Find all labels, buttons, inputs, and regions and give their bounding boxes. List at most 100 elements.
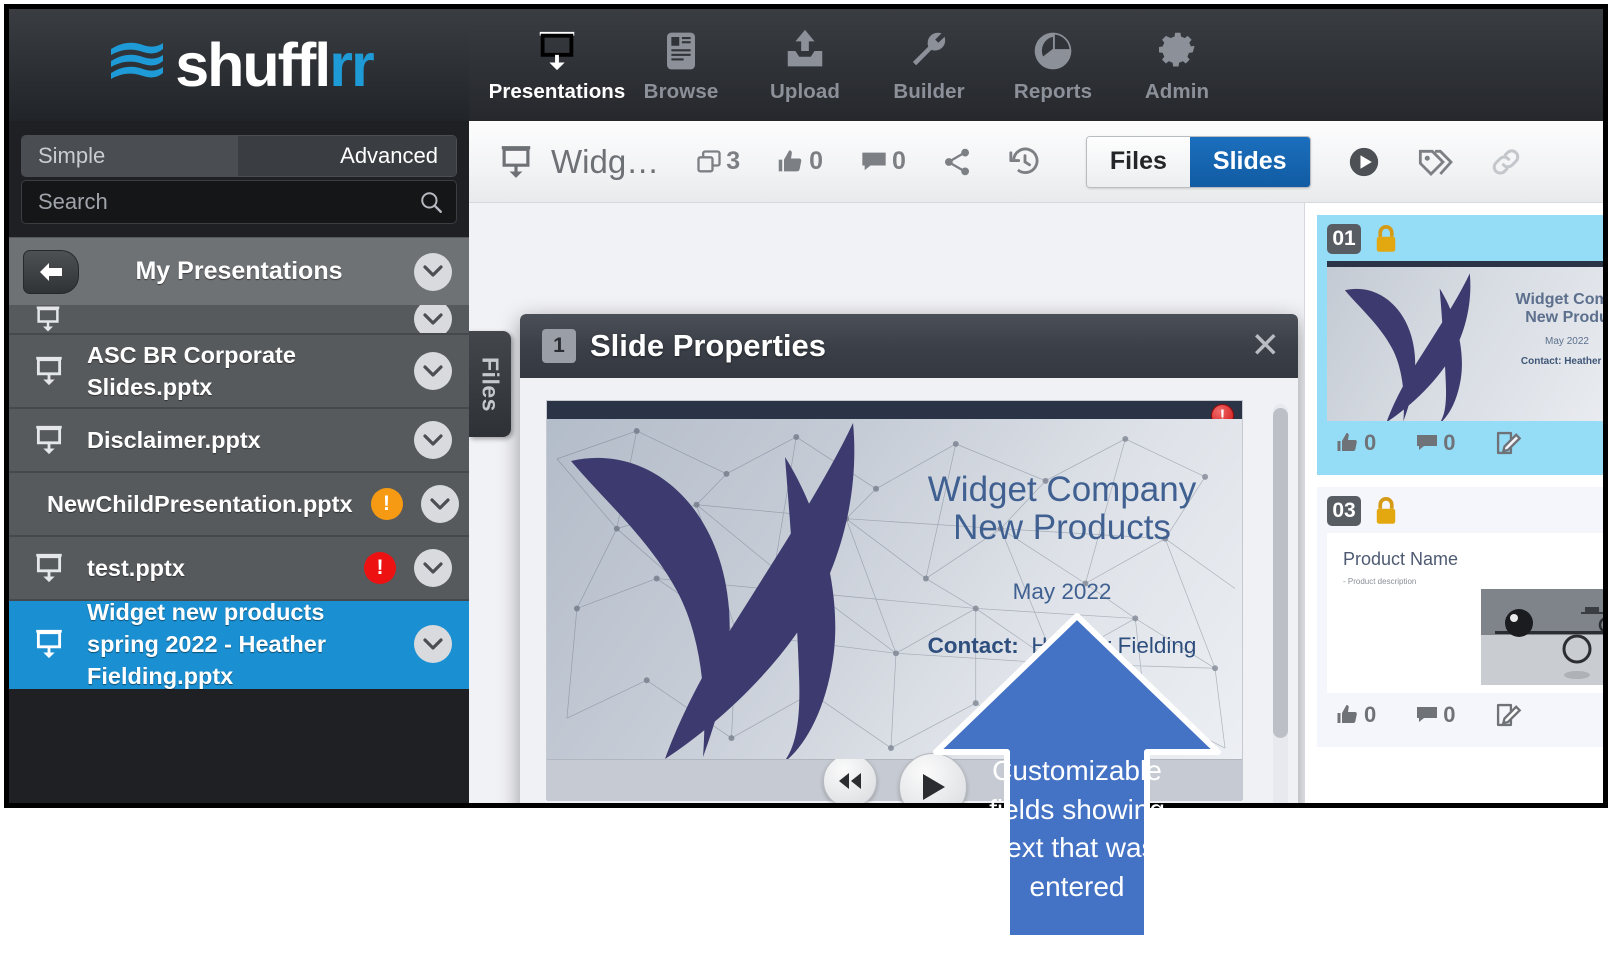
thumbnail-contact: Contact: Heather Fi [1520,356,1603,368]
slide-count-stat[interactable]: 3 [695,147,740,176]
annotation-arrow [933,613,1221,941]
top-navigation-bar: shufflrr Presentations Browse Upload Bui… [9,9,1603,121]
tab-slides[interactable]: Slides [1189,136,1310,187]
thumbnail-actions: 0 0 [1327,421,1603,465]
thumbnail-slide-image [1481,589,1603,685]
page-title: Widg… [551,142,660,180]
comment-icon [1417,707,1438,722]
share-button[interactable] [942,147,972,177]
thumbnail-preview: Widget Comp New Produ May 2022 Contact: … [1327,261,1603,421]
thumbnail-title-line2: New Produ [1525,308,1603,326]
stacked-slides-icon [111,42,164,79]
comment-icon [1417,435,1438,450]
link-icon [1492,149,1519,174]
tab-files[interactable]: Files [1086,136,1190,187]
search-box[interactable] [21,180,457,224]
sidebar-item-disclaimer[interactable]: Disclaimer.pptx [9,409,469,473]
company-logo-mark [571,423,855,759]
mode-toggle: Simple Advanced [21,135,457,177]
thumbnail-comment-stat[interactable]: 0 [1414,702,1456,728]
brand-name-white: shuffl [175,30,331,99]
chevron-down-icon[interactable] [414,549,452,587]
thumbnail-edit-button[interactable] [1494,429,1522,457]
nav-item-builder[interactable]: Builder [867,9,991,121]
thumbnail-edit-button[interactable] [1494,701,1522,729]
scrollbar-thumb[interactable] [1273,408,1288,738]
presentation-toolbar: Widg… 3 0 0 Files Slides [469,121,1603,203]
history-button[interactable] [1008,145,1042,179]
tree-row-partial[interactable] [9,305,469,335]
magnifier-icon[interactable] [418,189,444,215]
files-slides-toggle: Files Slides [1085,135,1311,188]
slide-thumbnail-panel: 01 Widget Comp New Produ [1304,203,1603,803]
lock-icon[interactable] [1373,224,1399,254]
slide-top-bar: ! [547,401,1242,427]
dialog-scrollbar[interactable] [1273,404,1288,803]
status-badge-error[interactable]: ! [364,552,396,584]
thumbnail-like-stat[interactable]: 0 [1335,702,1376,728]
left-sidebar: Simple Advanced My Presentations [9,121,469,803]
abstract-spheres-image [1481,589,1603,685]
thumbnail-like-stat[interactable]: 0 [1335,430,1376,456]
sidebar-item-label: test.pptx [87,554,185,581]
thumbnail-number: 01 [1327,224,1361,254]
mode-advanced-button[interactable]: Advanced [238,136,456,176]
brand-name-blue: rr [329,30,375,99]
back-arrow-icon[interactable] [23,249,79,294]
nav-item-reports[interactable]: Reports [991,9,1115,121]
thumbnail-comment-stat[interactable]: 0 [1414,430,1456,456]
application-window: shufflrr Presentations Browse Upload Bui… [4,4,1608,808]
share-icon [944,148,969,175]
nav-item-browse[interactable]: Browse [619,9,743,121]
comment-count-value: 0 [892,147,906,175]
chevron-down-icon[interactable] [414,625,452,663]
mode-simple-button[interactable]: Simple [22,136,238,176]
link-button[interactable] [1489,146,1523,178]
company-logo-mark [1344,273,1471,421]
lock-icon[interactable] [1373,496,1399,526]
thumbnail-card-01[interactable]: 01 Widget Comp New Produ [1317,215,1603,475]
document-list-icon [660,26,702,74]
nav-item-presentations[interactable]: Presentations [489,9,625,121]
rewind-button[interactable] [822,753,877,803]
brand-logo[interactable]: shufflrr [9,9,469,121]
chevron-down-icon[interactable] [414,305,452,333]
play-button[interactable] [1347,145,1381,179]
brand-wordmark: shufflrr [175,34,375,96]
search-input[interactable] [38,189,418,215]
presentation-screen-icon [501,145,531,178]
sidebar-item-test[interactable]: test.pptx ! [9,537,469,601]
nav-item-list: Presentations Browse Upload Builder Repo… [469,9,1239,121]
like-stat[interactable]: 0 [776,147,823,176]
nav-label: Upload [769,80,841,103]
close-icon[interactable]: ✕ [1251,328,1280,363]
presentation-screen-icon [36,425,62,455]
thumbnail-text-block: Widget Comp New Produ May 2022 Contact: … [1482,291,1603,367]
gear-icon [1154,26,1200,74]
sidebar-item-asc-br-corporate-slides[interactable]: ASC BR Corporate Slides.pptx [9,335,469,409]
nav-item-upload[interactable]: Upload [743,9,867,121]
thumbnail-title-line1: Widget Comp [1515,291,1603,308]
wrench-icon [907,26,951,74]
presentation-screen-icon [36,306,60,332]
rewind-icon [838,772,861,789]
dialog-header: 1 Slide Properties ✕ [520,314,1298,378]
chevron-down-icon[interactable] [414,252,452,291]
comment-stat[interactable]: 0 [859,147,906,176]
status-badge-warning[interactable]: ! [370,488,403,520]
presentation-screen-icon [36,629,62,659]
copy-slides-icon [697,149,721,172]
chevron-down-icon[interactable] [414,352,452,390]
chevron-down-icon[interactable] [414,421,452,459]
chevron-down-icon[interactable] [420,485,459,523]
thumbnail-actions: 0 0 [1327,693,1603,737]
thumbnail-preview: Product Name - Product description [1327,533,1603,693]
files-side-tab[interactable]: Files [469,331,511,437]
like-count-value: 0 [809,147,823,175]
edit-pencil-icon [1496,703,1521,727]
tag-button[interactable] [1417,146,1453,178]
sidebar-item-newchildpresentation[interactable]: NewChildPresentation.pptx ! [9,473,469,537]
nav-item-admin[interactable]: Admin [1115,9,1239,121]
sidebar-item-widget-new-products-spring-2022[interactable]: Widget new products spring 2022 - Heathe… [9,599,469,689]
thumbnail-card-03[interactable]: 03 Product Name - Product description 0 … [1317,487,1603,747]
